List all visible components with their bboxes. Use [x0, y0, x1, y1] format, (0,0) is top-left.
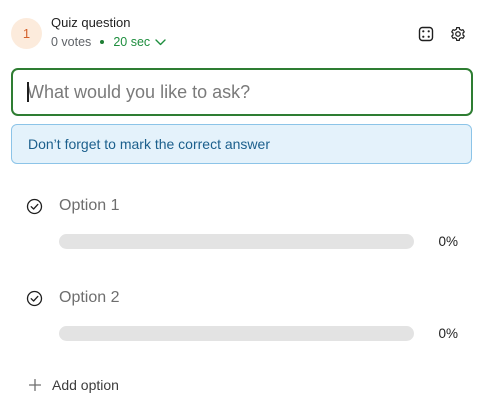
option-result-bar: [59, 234, 414, 249]
check-circle-icon: [26, 198, 43, 215]
add-option-button[interactable]: Add option: [29, 377, 119, 393]
text-cursor: [27, 82, 29, 102]
mark-correct-answer-hint: Don’t forget to mark the correct answer: [11, 124, 472, 164]
settings-button[interactable]: [449, 25, 467, 43]
question-number: 1: [22, 26, 31, 41]
timer-dropdown[interactable]: 20 sec: [113, 35, 166, 49]
option-label[interactable]: Option 1: [59, 197, 119, 215]
mark-correct-button[interactable]: [26, 290, 43, 307]
question-input-container: [11, 68, 473, 116]
quiz-question-editor: 1 Quiz question 0 votes 20 sec Do: [0, 0, 487, 412]
question-meta: 0 votes 20 sec: [51, 35, 166, 49]
question-number-badge: 1: [11, 18, 42, 49]
gear-icon: [451, 27, 465, 41]
separator-dot: [100, 40, 105, 44]
check-circle-icon: [26, 290, 43, 307]
option-percent: 0%: [438, 326, 458, 341]
chevron-down-icon: [155, 38, 166, 45]
option-label[interactable]: Option 2: [59, 289, 119, 307]
timer-value: 20 sec: [113, 35, 151, 49]
randomize-button[interactable]: [417, 25, 435, 43]
dice-icon: [418, 26, 434, 42]
option-result-bar: [59, 326, 414, 341]
mark-correct-button[interactable]: [26, 198, 43, 215]
add-option-label: Add option: [52, 377, 119, 393]
question-input[interactable]: [13, 70, 471, 114]
option-percent: 0%: [438, 234, 458, 249]
vote-count: 0 votes: [51, 35, 92, 49]
plus-icon: [29, 379, 41, 391]
question-type-label: Quiz question: [51, 15, 131, 30]
